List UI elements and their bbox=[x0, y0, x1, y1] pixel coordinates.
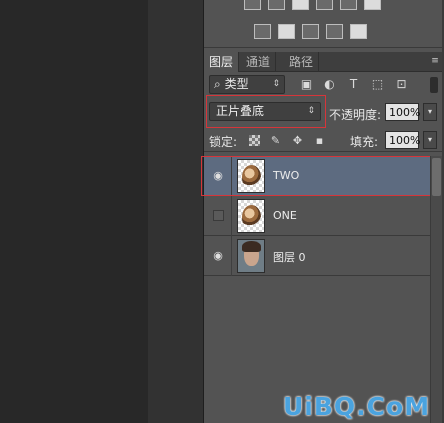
panel-tabs: 图层 通道 路径 ≡ bbox=[204, 52, 444, 72]
layer-name[interactable]: ONE bbox=[273, 209, 297, 222]
tab-paths[interactable]: 路径 bbox=[284, 52, 320, 72]
opacity-input[interactable]: 100% bbox=[385, 103, 420, 121]
shape-filter-icon[interactable]: ⬚ bbox=[371, 78, 384, 91]
adjustment-filter-icon[interactable]: ◐ bbox=[323, 78, 336, 91]
image-filter-icon[interactable]: ▣ bbox=[300, 78, 313, 91]
hidden-visibility-box bbox=[213, 210, 224, 221]
filter-toggle-switch[interactable] bbox=[430, 77, 438, 93]
filter-kind-label: 类型 bbox=[224, 77, 249, 91]
select-arrow-icon: ⇕ bbox=[272, 79, 280, 89]
watermark: UiBQ.CoM bbox=[283, 392, 431, 421]
eye-icon: ◉ bbox=[213, 249, 223, 262]
adjustments-panel bbox=[204, 0, 444, 48]
opacity-dropdown-button[interactable]: ▾ bbox=[423, 103, 437, 121]
layer-thumbnail bbox=[237, 199, 265, 233]
lock-transparent-pixels-icon[interactable] bbox=[249, 135, 260, 146]
tab-channels[interactable]: 通道 bbox=[241, 52, 277, 72]
posterize-adjustment-icon[interactable] bbox=[278, 24, 295, 39]
lock-label: 锁定: bbox=[209, 135, 238, 149]
adjustments-row-1 bbox=[244, 0, 381, 10]
smart-object-filter-icon[interactable]: ⊡ bbox=[395, 78, 408, 91]
layer-row-one[interactable]: ONE bbox=[204, 196, 430, 236]
fill-dropdown-button[interactable]: ▾ bbox=[423, 131, 437, 149]
balance-adjustment-icon[interactable] bbox=[268, 0, 285, 10]
lock-image-pixels-icon[interactable]: ✎ bbox=[270, 135, 281, 146]
panel-dock-gutter bbox=[148, 0, 204, 423]
lock-row: 锁定: ✎ ✥ ▪ 填充: 100% ▾ bbox=[204, 128, 444, 152]
search-icon: ⌕ bbox=[214, 77, 221, 91]
photo-filter-adjustment-icon[interactable] bbox=[316, 0, 333, 10]
invert-adjustment-icon[interactable] bbox=[254, 24, 271, 39]
black-white-adjustment-icon[interactable] bbox=[292, 0, 309, 10]
channel-mixer-adjustment-icon[interactable] bbox=[340, 0, 357, 10]
layer-thumbnail-art bbox=[242, 205, 261, 229]
selected-layer-highlight bbox=[201, 156, 442, 196]
layer-thumbnail bbox=[237, 239, 265, 273]
document-canvas bbox=[0, 0, 148, 423]
visibility-toggle[interactable] bbox=[204, 196, 232, 236]
layer-name[interactable]: 图层 0 bbox=[273, 249, 306, 265]
selective-color-adjustment-icon[interactable] bbox=[326, 24, 343, 39]
layer-row-layer-0[interactable]: ◉ 图层 0 bbox=[204, 236, 430, 276]
gradient-map-adjustment-icon[interactable] bbox=[350, 24, 367, 39]
threshold-adjustment-icon[interactable] bbox=[302, 24, 319, 39]
layers-panel: 图层 通道 路径 ≡ ⌕ 类型 ⇕ ▣ ◐ T ⬚ ⊡ 正片叠底 ⇕ 不透明度:… bbox=[201, 0, 444, 423]
type-filter-icon[interactable]: T bbox=[347, 78, 360, 91]
lock-position-icon[interactable]: ✥ bbox=[292, 135, 303, 146]
layers-scrollbar-thumb[interactable] bbox=[432, 158, 441, 196]
lock-all-icon[interactable]: ▪ bbox=[314, 135, 325, 146]
blend-mode-highlight bbox=[206, 95, 326, 128]
adjustments-row-2 bbox=[254, 24, 367, 39]
panel-menu-icon[interactable]: ≡ bbox=[429, 56, 441, 67]
portrait-hair bbox=[242, 241, 261, 252]
tab-layers[interactable]: 图层 bbox=[204, 52, 240, 72]
opacity-label: 不透明度: bbox=[329, 108, 382, 122]
layer-filter-row: ⌕ 类型 ⇕ ▣ ◐ T ⬚ ⊡ bbox=[204, 73, 444, 97]
fill-input[interactable]: 100% bbox=[385, 131, 420, 149]
fill-label: 填充: bbox=[350, 135, 379, 149]
levels-adjustment-icon[interactable] bbox=[244, 0, 261, 10]
filter-kind-select[interactable]: ⌕ 类型 ⇕ bbox=[209, 75, 285, 94]
color-lookup-adjustment-icon[interactable] bbox=[364, 0, 381, 10]
visibility-toggle[interactable]: ◉ bbox=[204, 236, 232, 276]
